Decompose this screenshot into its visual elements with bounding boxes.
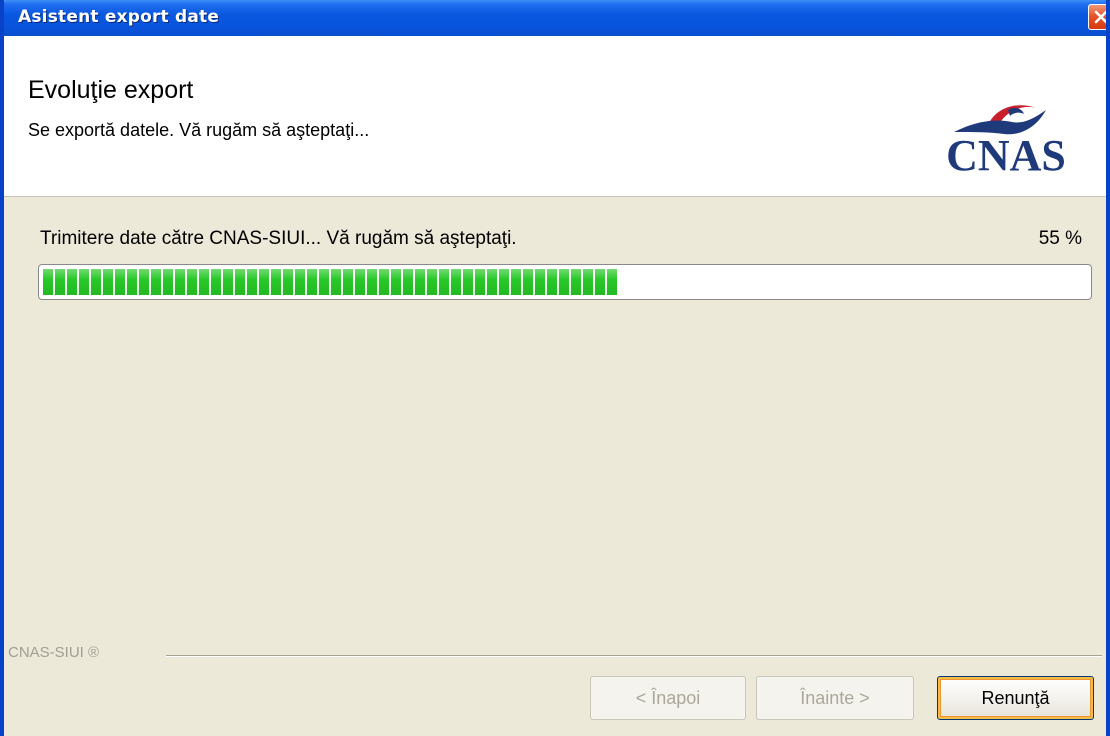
footer-brand: CNAS-SIUI ®	[8, 644, 100, 661]
footer-divider	[166, 655, 1102, 657]
title-bar[interactable]: Asistent export date	[4, 0, 1106, 36]
progress-fill	[43, 269, 618, 295]
next-button[interactable]: Înainte >	[756, 676, 914, 720]
window-title: Asistent export date	[18, 7, 220, 27]
progress-percent-label: 55 %	[1038, 228, 1082, 249]
export-wizard-window: Asistent export date Evoluţie export Se …	[0, 0, 1110, 736]
close-button[interactable]	[1088, 4, 1106, 30]
export-progress-bar	[38, 264, 1092, 300]
page-title: Evoluţie export	[28, 76, 194, 104]
wizard-header: Evoluţie export Se exportă datele. Vă ru…	[4, 36, 1106, 197]
back-button[interactable]: < Înapoi	[590, 676, 746, 720]
cnas-logo: CNAS	[946, 105, 1066, 178]
page-subtitle: Se exportă datele. Vă rugăm să aşteptaţi…	[28, 120, 370, 140]
logo-text: CNAS	[946, 131, 1066, 178]
progress-status-text: Trimitere date către CNAS-SIUI... Vă rug…	[40, 228, 517, 249]
cancel-button[interactable]: Renunţă	[937, 676, 1094, 720]
close-icon	[1094, 10, 1106, 24]
